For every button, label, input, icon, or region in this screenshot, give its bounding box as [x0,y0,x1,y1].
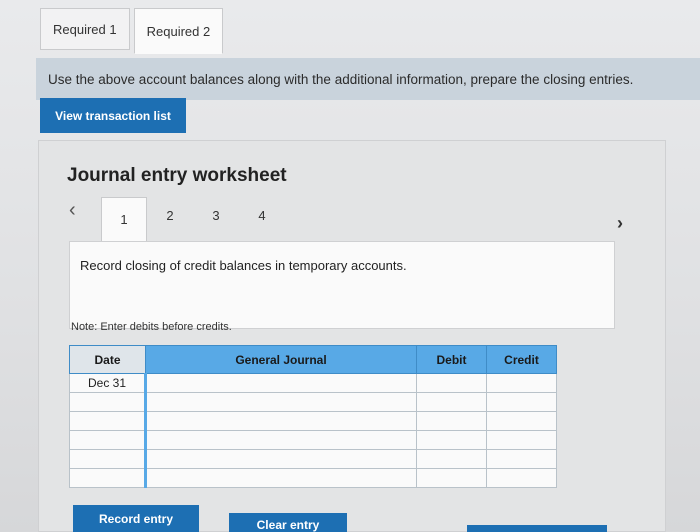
debit-input[interactable] [416,430,487,450]
debit-input[interactable] [416,449,487,469]
table-row [69,449,557,469]
date-cell [69,468,146,488]
account-input[interactable] [144,373,417,393]
credit-input[interactable] [486,392,557,412]
clear-entry-button[interactable]: Clear entry [229,513,347,532]
view-transaction-list-button[interactable]: View transaction list [40,98,186,133]
tab-step-3[interactable]: 3 [193,197,239,233]
journal-body: Dec 31 [69,373,557,488]
account-input[interactable] [144,449,417,469]
date-cell [69,430,146,450]
credit-input[interactable] [486,411,557,431]
debit-input[interactable] [416,411,487,431]
journal-entry-worksheet: Journal entry worksheet ‹ › 1 2 3 4 Reco… [38,140,666,532]
tab-required-2[interactable]: Required 2 [133,8,224,54]
tab-step-4[interactable]: 4 [239,197,285,233]
table-row [69,430,557,450]
table-row [69,392,557,412]
debit-input[interactable] [416,392,487,412]
step-tabs: 1 2 3 4 [101,197,285,241]
table-row [69,468,557,488]
debit-input[interactable] [416,468,487,488]
credit-input[interactable] [486,373,557,393]
credit-header: Credit [486,345,557,374]
chevron-right-icon[interactable]: › [617,213,623,234]
account-input[interactable] [144,392,417,412]
date-cell: Dec 31 [69,373,146,393]
table-row [69,411,557,431]
general-journal-header: General Journal [145,345,417,374]
debit-input[interactable] [416,373,487,393]
page: Required 1 Required 2 Use the above acco… [0,0,700,532]
account-input[interactable] [144,411,417,431]
debit-header: Debit [416,345,487,374]
tab-required-1[interactable]: Required 1 [40,8,130,50]
credit-input[interactable] [486,430,557,450]
tab-step-1[interactable]: 1 [101,197,147,241]
record-entry-button[interactable]: Record entry [73,505,199,532]
table-header-row: Date General Journal Debit Credit [69,345,557,374]
date-cell [69,411,146,431]
view-general-journal-button[interactable] [467,525,607,532]
date-cell [69,392,146,412]
credit-input[interactable] [486,468,557,488]
instruction-text: Use the above account balances along wit… [36,58,700,100]
account-input[interactable] [144,468,417,488]
credit-input[interactable] [486,449,557,469]
journal-table: Date General Journal Debit Credit Dec 31 [69,345,557,488]
date-cell [69,449,146,469]
worksheet-title: Journal entry worksheet [67,165,287,186]
required-tabs: Required 1 Required 2 [40,8,224,54]
table-row: Dec 31 [69,373,557,393]
date-header: Date [69,345,146,374]
entry-description: Record closing of credit balances in tem… [69,241,615,329]
chevron-left-icon[interactable]: ‹ [69,199,76,222]
tab-step-2[interactable]: 2 [147,197,193,233]
note-text: Note: Enter debits before credits. [71,321,232,333]
account-input[interactable] [144,430,417,450]
